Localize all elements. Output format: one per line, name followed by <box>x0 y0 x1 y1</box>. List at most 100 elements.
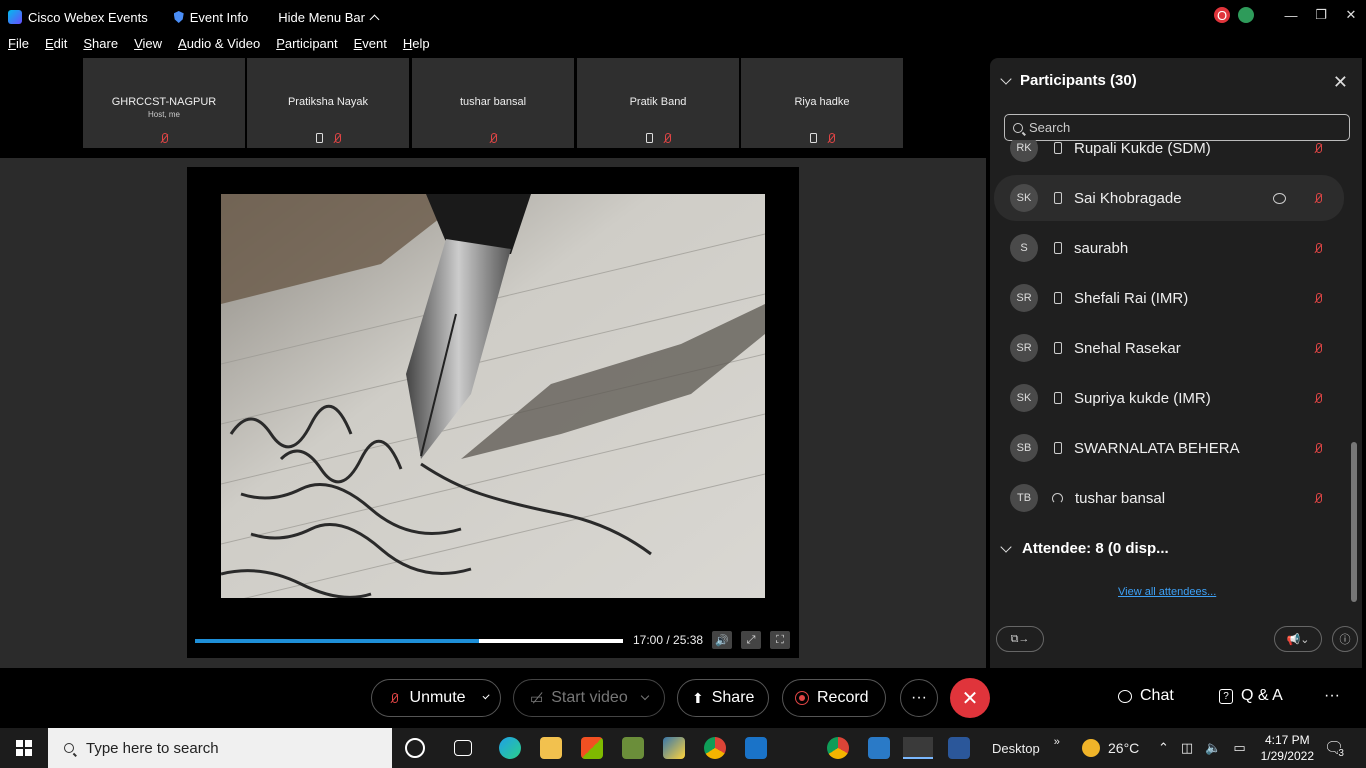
unmute-button[interactable]: Unmute <box>371 679 501 717</box>
menu-participant[interactable]: Participant <box>276 36 337 56</box>
network-icon[interactable]: ▭ <box>1233 740 1245 756</box>
photos-icon[interactable] <box>868 737 890 759</box>
chevron-down-icon <box>1000 72 1012 85</box>
mic-muted-icon[interactable] <box>1314 142 1322 154</box>
list-item[interactable]: SK Supriya kukde (IMR) <box>994 375 1344 421</box>
store-icon[interactable] <box>581 737 603 759</box>
close-panel-icon[interactable]: ✕ <box>1333 72 1348 93</box>
participant-scrollbar[interactable] <box>1350 154 1358 616</box>
menu-share[interactable]: Share <box>83 36 118 56</box>
notification-count: 3 <box>1338 747 1344 759</box>
overflow-menu-button[interactable]: ··· <box>1324 687 1340 705</box>
scrollbar-thumb[interactable] <box>1351 442 1357 602</box>
thumbnail-name: GHRCCST-NAGPUR <box>111 96 217 108</box>
event-info-button[interactable]: Event Info <box>173 10 248 25</box>
word-icon[interactable] <box>948 737 970 759</box>
move-to-stage-button[interactable]: ⧉→ <box>996 626 1044 652</box>
mic-muted-icon[interactable] <box>1314 492 1322 504</box>
shared-video-player[interactable]: 17:00 / 25:38 🔊 ⤢ ⛶ <box>187 167 799 658</box>
chrome-profile-icon[interactable] <box>827 737 849 759</box>
menu-edit[interactable]: Edit <box>45 36 67 56</box>
record-button[interactable]: Record <box>782 679 886 717</box>
end-meeting-button[interactable]: ✕ <box>950 678 990 718</box>
app-icon[interactable] <box>622 737 644 759</box>
menu-audio-video[interactable]: Audio & Video <box>178 36 260 56</box>
mic-muted-icon[interactable] <box>1314 242 1322 254</box>
announce-button[interactable]: 📢⌄ <box>1274 626 1322 652</box>
search-placeholder: Search <box>1029 120 1071 135</box>
mic-muted-icon[interactable] <box>1314 342 1322 354</box>
mic-muted-icon <box>333 133 341 144</box>
thumbnail-tile[interactable]: Riya hadke <box>741 58 903 148</box>
hide-menu-bar-button[interactable]: Hide Menu Bar <box>278 10 380 25</box>
speaker-icon[interactable]: 🔈 <box>1205 740 1221 756</box>
status-badge[interactable]: O <box>1214 7 1230 23</box>
start-video-button[interactable]: ▭̸ Start video <box>513 679 665 717</box>
chat-button[interactable]: Chat <box>1118 687 1174 705</box>
avatar: SK <box>1010 384 1038 412</box>
avatar: SK <box>1010 184 1038 212</box>
more-options-button[interactable]: ··· <box>900 679 938 717</box>
mic-muted-icon[interactable] <box>1314 192 1322 204</box>
thumbnail-tile[interactable]: GHRCCST-NAGPUR Host, me <box>83 58 245 148</box>
meeting-controls: Unmute ▭̸ Start video ⬆ Share Record ···… <box>0 668 1366 728</box>
file-explorer-icon[interactable] <box>540 737 562 759</box>
menu-help[interactable]: Help <box>403 36 430 56</box>
chat-bubble-icon[interactable] <box>1273 192 1286 204</box>
avatar: TB <box>1010 484 1038 512</box>
meeting-stage: GHRCCST-NAGPUR Host, me Pratiksha Nayak … <box>0 58 986 668</box>
webex-taskbar-icon[interactable] <box>903 737 933 759</box>
menu-view[interactable]: View <box>134 36 162 56</box>
chrome-icon[interactable] <box>704 737 726 759</box>
thumbnail-tile[interactable]: Pratiksha Nayak <box>247 58 409 148</box>
edge-icon[interactable] <box>499 737 521 759</box>
list-item[interactable]: SR Shefali Rai (IMR) <box>994 275 1344 321</box>
taskbar-search-input[interactable]: Type here to search <box>48 728 392 768</box>
mic-muted-icon[interactable] <box>1314 392 1322 404</box>
qa-button[interactable]: ? Q & A <box>1219 687 1283 705</box>
restore-icon[interactable]: ❐ <box>1306 7 1336 23</box>
notification-center-icon[interactable]: 🗨 3 <box>1324 728 1344 768</box>
meet-now-icon[interactable]: ◫ <box>1181 740 1193 756</box>
chevron-down-icon[interactable] <box>640 691 649 701</box>
participants-header[interactable]: Participants (30) <box>1000 72 1137 89</box>
share-button[interactable]: ⬆ Share <box>677 679 769 717</box>
fountain-pen-writing-image <box>221 194 765 598</box>
volume-icon[interactable]: 🔊 <box>712 631 732 649</box>
list-item[interactable]: SB SWARNALATA BEHERA <box>994 425 1344 471</box>
python-icon[interactable] <box>663 737 685 759</box>
desktop-toolbar[interactable]: Desktop » <box>992 728 1060 768</box>
view-all-attendees-link[interactable]: View all attendees... <box>1118 586 1216 598</box>
list-item[interactable]: TB tushar bansal <box>994 475 1344 521</box>
list-item[interactable]: SK Sai Khobragade <box>994 175 1344 221</box>
weather-widget[interactable]: 26°C <box>1082 728 1139 768</box>
mic-muted-icon[interactable] <box>1314 292 1322 304</box>
info-icon[interactable]: ⓘ <box>1332 626 1358 652</box>
taskbar-clock[interactable]: 4:17 PM 1/29/2022 <box>1261 732 1314 764</box>
minimize-icon[interactable]: — <box>1276 8 1306 23</box>
participant-search-input[interactable]: Search <box>1004 114 1350 141</box>
task-view-icon[interactable] <box>454 740 472 756</box>
thumbnail-tile[interactable]: tushar bansal <box>412 58 574 148</box>
attendee-section-header[interactable]: Attendee: 8 (0 disp... <box>1000 540 1169 557</box>
popout-icon[interactable]: ⤢ <box>741 631 761 649</box>
mail-icon[interactable] <box>745 737 767 759</box>
list-item[interactable]: RK Rupali Kukde (SDM) <box>994 140 1344 171</box>
menu-event[interactable]: Event <box>354 36 387 56</box>
list-item[interactable]: SR Snehal Rasekar <box>994 325 1344 371</box>
menu-file[interactable]: File <box>8 36 29 56</box>
cortana-icon[interactable] <box>405 738 425 758</box>
phone-icon <box>1054 392 1062 404</box>
mic-muted-icon <box>390 692 398 704</box>
thumbnail-tile[interactable]: Pratik Band <box>577 58 739 148</box>
mic-muted-icon[interactable] <box>1314 442 1322 454</box>
list-item[interactable]: S saurabh <box>994 225 1344 271</box>
fullscreen-icon[interactable]: ⛶ <box>770 631 790 649</box>
chevron-down-icon[interactable] <box>482 692 490 700</box>
close-window-icon[interactable]: ✕ <box>1336 7 1366 23</box>
chevron-up-icon[interactable]: ⌃ <box>1158 740 1169 756</box>
windows-start-icon[interactable] <box>16 740 32 756</box>
share-icon: ⬆ <box>692 689 704 706</box>
video-progress-bar[interactable] <box>195 639 623 643</box>
network-health-icon[interactable] <box>1238 7 1254 23</box>
